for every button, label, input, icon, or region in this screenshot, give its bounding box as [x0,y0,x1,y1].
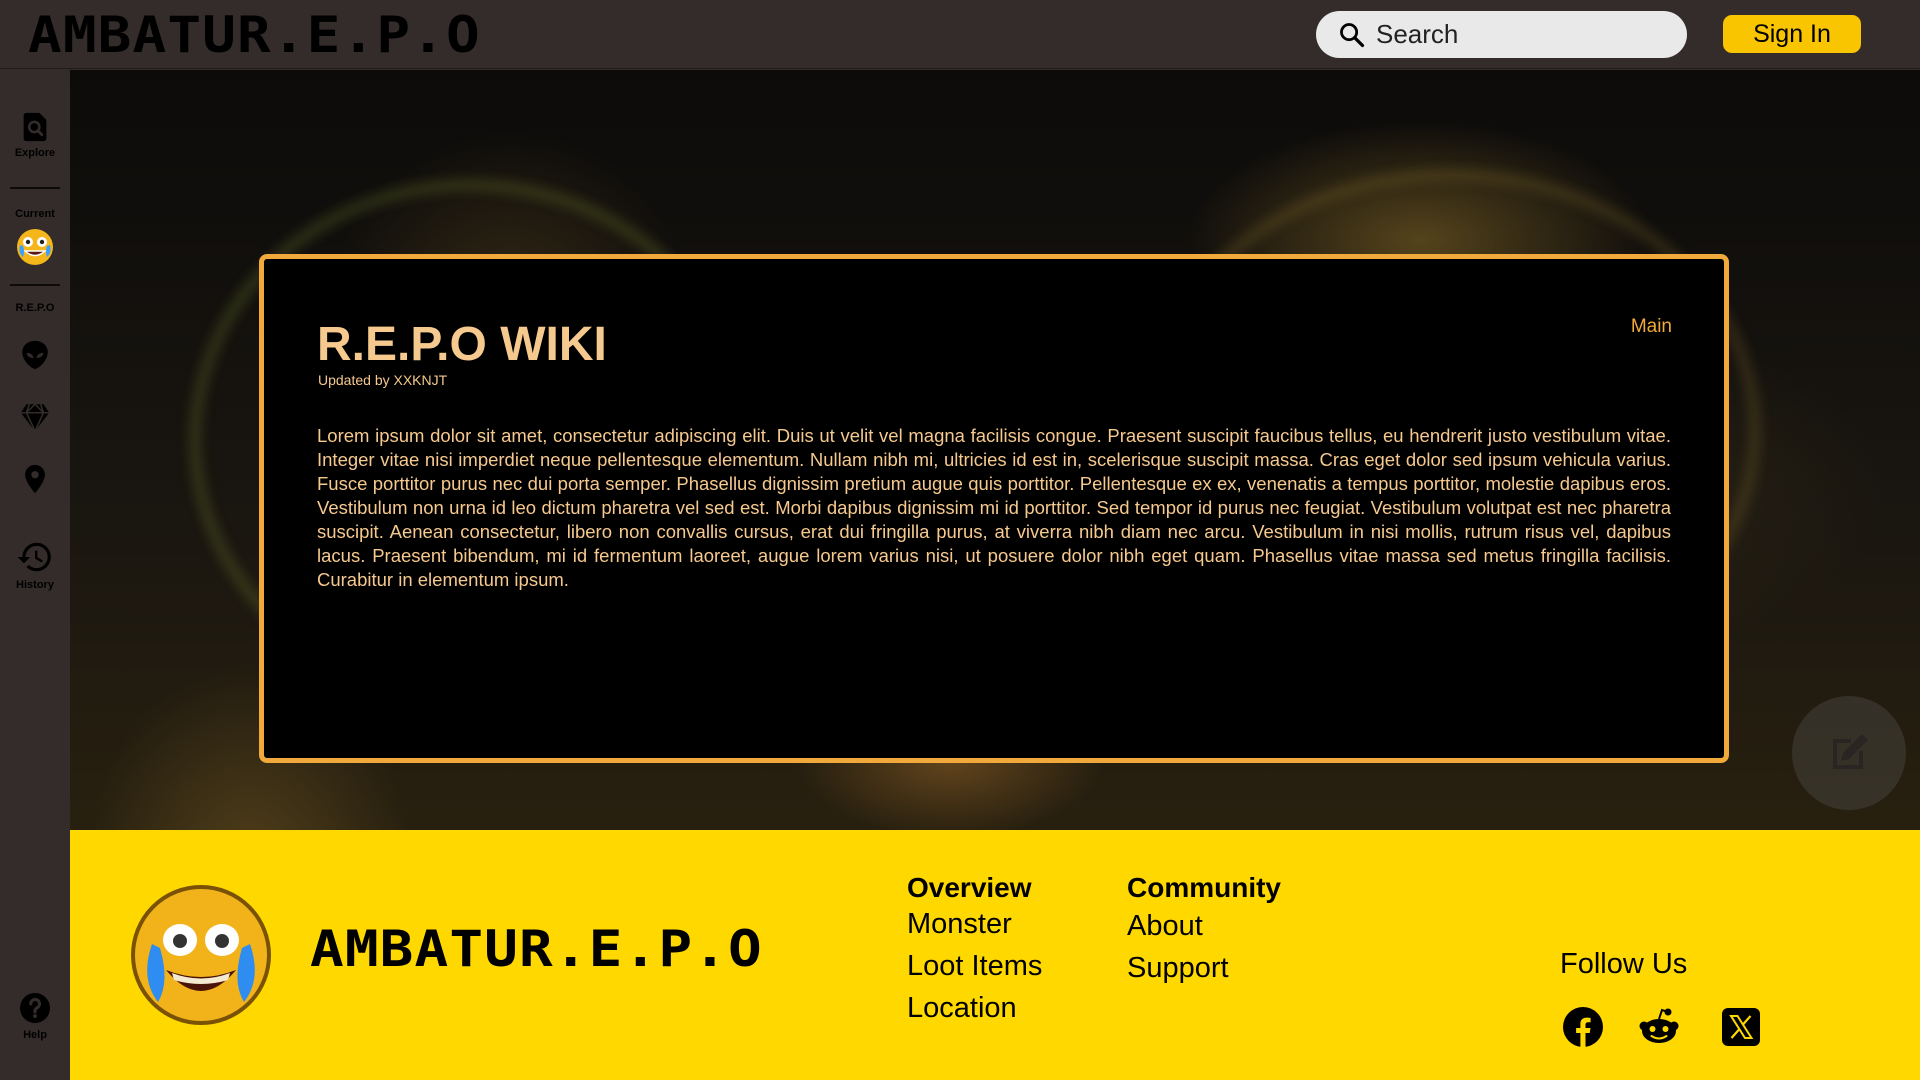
alien-icon [22,340,48,370]
crying-laughing-emoji [17,229,53,265]
sidebar-divider [10,187,60,189]
footer-link-location[interactable]: Location [907,992,1042,1025]
sidebar-label-history: History [16,579,54,591]
sidebar-divider [10,284,60,286]
footer-link-about[interactable]: About [1127,910,1281,943]
sidebar-item-history[interactable]: History [0,538,70,591]
search-input[interactable] [1376,19,1656,50]
footer-link-monster[interactable]: Monster [907,908,1042,941]
gem-icon [20,403,50,434]
hero-background: R.E.P.O WIKI Updated by XXKNJT Main Lore… [70,70,1920,830]
sidebar-item-location[interactable] [0,462,70,496]
wiki-main-tag[interactable]: Main [1631,316,1672,338]
sidebar-item-explore[interactable]: Explore [0,110,70,159]
footer-link-support[interactable]: Support [1127,952,1281,985]
sidebar-heading-current: Current [15,208,55,220]
x-icon[interactable] [1722,1008,1760,1046]
history-icon [17,542,51,572]
sign-in-button[interactable]: Sign In [1723,15,1861,53]
help-icon [20,993,50,1023]
footer-overview-column: Overview Monster Loot Items Location [907,872,1042,1025]
crying-laughing-emoji [131,885,271,1025]
sidebar-item-monsters[interactable] [0,338,70,372]
site-logo[interactable]: AMBATUR.E.P.O [28,6,481,64]
search-icon [1340,22,1365,47]
footer-link-loot-items[interactable]: Loot Items [907,950,1042,983]
sidebar-item-loot[interactable] [0,400,70,434]
sidebar-item-current[interactable] [0,227,70,267]
footer: AMBATUR.E.P.O Overview Monster Loot Item… [70,830,1920,1080]
sidebar-label-explore: Explore [14,147,56,159]
sidebar-heading-repo: R.E.P.O [15,302,55,314]
sidebar-item-help[interactable]: Help [0,990,70,1041]
edit-icon [1833,734,1868,769]
footer-community-column: Community About Support [1127,872,1281,985]
sidebar-label-help: Help [23,1029,47,1041]
explore-icon [23,112,47,142]
search-box[interactable] [1316,11,1687,58]
wiki-updated-by: Updated by XXKNJT [318,372,448,388]
wiki-title: R.E.P.O WIKI [317,318,607,371]
reddit-icon[interactable] [1638,1006,1680,1048]
edit-button[interactable] [1792,696,1906,810]
top-bar: AMBATUR.E.P.O Sign In [0,0,1920,69]
sidebar: Explore Current R.E.P.O History Help [0,70,70,1080]
wiki-panel: R.E.P.O WIKI Updated by XXKNJT Main Lore… [259,254,1729,763]
follow-us-label: Follow Us [1560,948,1688,980]
facebook-icon[interactable] [1562,1006,1604,1048]
wiki-body-text: Lorem ipsum dolor sit amet, consectetur … [317,425,1671,590]
footer-heading-overview: Overview [907,872,1032,903]
footer-heading-community: Community [1127,872,1281,903]
footer-logo[interactable]: AMBATUR.E.P.O [310,920,763,978]
location-pin-icon [25,464,45,494]
